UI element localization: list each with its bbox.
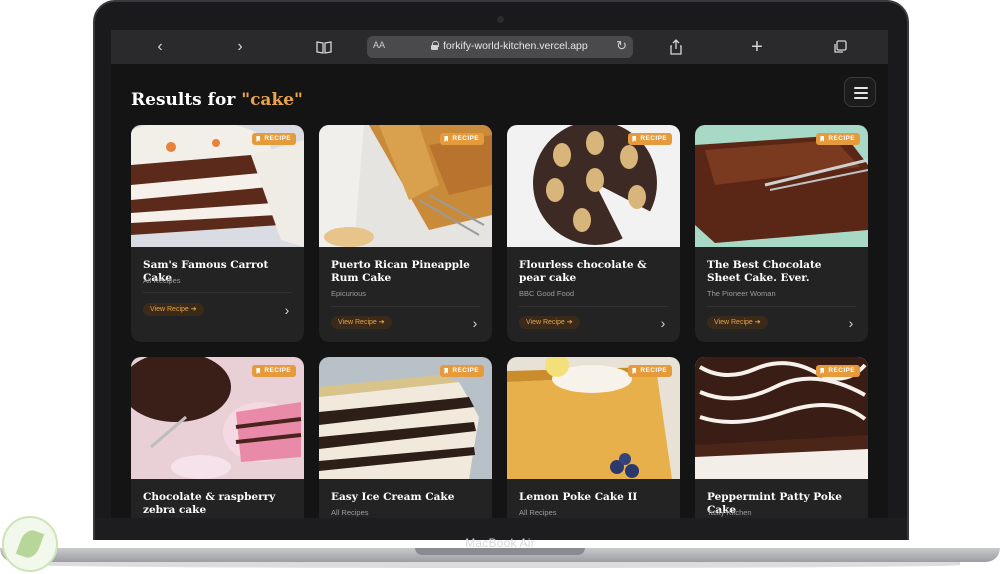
camera bbox=[497, 16, 504, 23]
recipe-card[interactable]: RECIPE The Best Chocolate Sheet Cake. Ev… bbox=[695, 125, 868, 342]
recipe-badge: RECIPE bbox=[440, 365, 484, 377]
url-text: forkify-world-kitchen.vercel.app bbox=[443, 40, 588, 52]
recipe-source: BBC Good Food bbox=[519, 289, 575, 298]
view-recipe-button[interactable]: View Recipe ➔ bbox=[707, 316, 768, 329]
recipe-source: All Recipes bbox=[143, 276, 181, 285]
back-icon[interactable]: ‹ bbox=[149, 36, 171, 58]
address-bar[interactable]: AA forkify-world-kitchen.vercel.app ↻ bbox=[367, 36, 633, 58]
leaf-logo-icon bbox=[2, 516, 58, 572]
book-icon[interactable] bbox=[313, 36, 335, 58]
plus-icon[interactable]: + bbox=[746, 36, 768, 58]
view-recipe-button[interactable]: View Recipe ➔ bbox=[519, 316, 580, 329]
recipe-title[interactable]: Puerto Rican Pineapple Rum Cake bbox=[331, 259, 481, 285]
recipe-card[interactable]: RECIPE Puerto Rican Pineapple Rum Cake E… bbox=[319, 125, 492, 342]
view-recipe-button[interactable]: View Recipe ➔ bbox=[143, 303, 204, 316]
recipe-title[interactable]: Lemon Poke Cake II bbox=[519, 491, 669, 504]
screen: ‹ › AA forkify-world-kitchen.vercel.app … bbox=[111, 30, 888, 518]
recipe-source: All Recipes bbox=[331, 508, 369, 517]
chevron-right-icon[interactable]: › bbox=[281, 303, 293, 317]
recipe-card[interactable]: RECIPE Easy Ice Cream Cake All Recipes bbox=[319, 357, 492, 518]
divider bbox=[519, 306, 668, 307]
divider bbox=[331, 306, 480, 307]
page-title: Results for "cake" bbox=[131, 90, 303, 110]
recipe-badge: RECIPE bbox=[816, 365, 860, 377]
lock-icon bbox=[431, 41, 439, 50]
recipe-card[interactable]: RECIPE Flourless chocolate & pear cake B… bbox=[507, 125, 680, 342]
recipe-badge: RECIPE bbox=[252, 365, 296, 377]
recipe-badge: RECIPE bbox=[440, 133, 484, 145]
recipe-card[interactable]: RECIPE Peppermint Patty Poke Cake Tasty … bbox=[695, 357, 868, 518]
reader-options[interactable]: AA bbox=[373, 40, 385, 50]
results-prefix: Results for bbox=[131, 90, 236, 110]
divider bbox=[143, 292, 292, 293]
search-query: "cake" bbox=[241, 90, 303, 110]
menu-line-icon bbox=[854, 87, 868, 89]
chevron-right-icon[interactable]: › bbox=[845, 316, 857, 330]
laptop-shadow bbox=[40, 562, 960, 568]
recipe-title[interactable]: The Best Chocolate Sheet Cake. Ever. bbox=[707, 259, 857, 285]
recipe-source: All Recipes bbox=[519, 508, 557, 517]
divider bbox=[707, 306, 856, 307]
forward-icon[interactable]: › bbox=[229, 36, 251, 58]
recipe-source: The Pioneer Woman bbox=[707, 289, 776, 298]
menu-line-icon bbox=[854, 97, 868, 99]
browser-toolbar: ‹ › AA forkify-world-kitchen.vercel.app … bbox=[111, 30, 888, 64]
chevron-right-icon[interactable]: › bbox=[469, 316, 481, 330]
recipe-title[interactable]: Chocolate & raspberry zebra cake bbox=[143, 491, 293, 517]
chevron-right-icon[interactable]: › bbox=[657, 316, 669, 330]
recipe-card[interactable]: RECIPE Lemon Poke Cake II All Recipes bbox=[507, 357, 680, 518]
recipe-badge: RECIPE bbox=[252, 133, 296, 145]
share-icon[interactable] bbox=[665, 36, 687, 58]
recipe-card[interactable]: RECIPE Sam's Famous Carrot Cake All Reci… bbox=[131, 125, 304, 342]
reload-icon[interactable]: ↻ bbox=[616, 38, 627, 54]
recipe-source: Tasty Kitchen bbox=[707, 508, 752, 517]
recipe-title[interactable]: Easy Ice Cream Cake bbox=[331, 491, 481, 504]
laptop-frame: ‹ › AA forkify-world-kitchen.vercel.app … bbox=[0, 0, 1000, 574]
hamburger-menu-button[interactable] bbox=[844, 77, 876, 107]
tabs-icon[interactable] bbox=[829, 36, 851, 58]
recipe-badge: RECIPE bbox=[816, 133, 860, 145]
recipe-badge: RECIPE bbox=[628, 133, 672, 145]
recipe-badge: RECIPE bbox=[628, 365, 672, 377]
recipe-title[interactable]: Flourless chocolate & pear cake bbox=[519, 259, 669, 285]
view-recipe-button[interactable]: View Recipe ➔ bbox=[331, 316, 392, 329]
menu-line-icon bbox=[854, 92, 868, 94]
recipe-source: Epicurious bbox=[331, 289, 367, 298]
recipe-card[interactable]: RECIPE Chocolate & raspberry zebra cake bbox=[131, 357, 304, 518]
laptop-notch bbox=[415, 548, 585, 555]
